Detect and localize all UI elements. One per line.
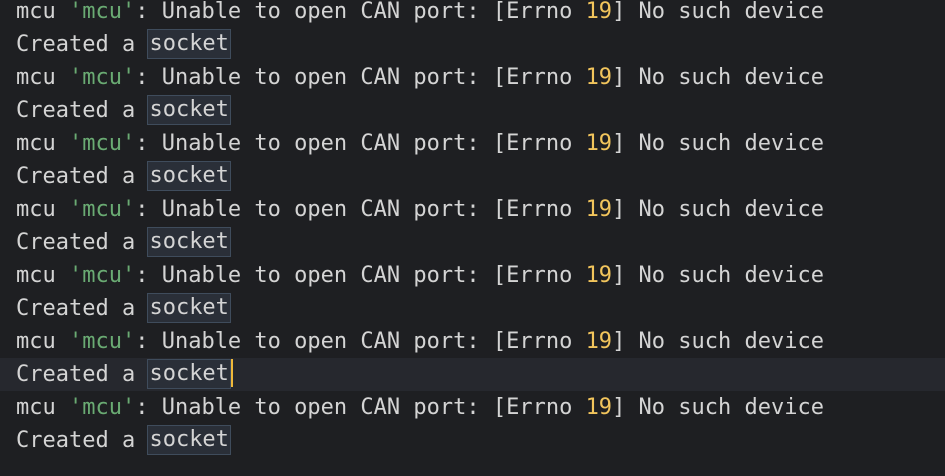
created-prefix: Created a	[16, 230, 149, 255]
error-message-a: : Unable to open CAN port: [Errno	[135, 263, 586, 288]
error-message-b: ] No such device	[612, 65, 824, 90]
module-string: 'mcu'	[68, 395, 136, 420]
errno-number: 19	[585, 395, 613, 420]
error-message-b: ] No such device	[612, 263, 824, 288]
error-message-a: : Unable to open CAN port: [Errno	[135, 395, 586, 420]
console-lines: Created a socket mcu 'mcu': Unable to op…	[0, 0, 945, 457]
error-prefix: mcu	[16, 329, 69, 354]
log-line-error: mcu 'mcu': Unable to open CAN port: [Err…	[0, 391, 945, 424]
created-prefix: Created a	[16, 296, 149, 321]
log-line-created: Created a socket	[0, 424, 945, 457]
log-line-created: Created a socket	[0, 94, 945, 127]
log-line-error: mcu 'mcu': Unable to open CAN port: [Err…	[0, 127, 945, 160]
errno-number: 19	[585, 263, 613, 288]
error-message-b: ] No such device	[612, 0, 824, 24]
search-highlight: socket	[147, 29, 231, 59]
log-line-error: mcu 'mcu': Unable to open CAN port: [Err…	[0, 259, 945, 292]
log-line-error: mcu 'mcu': Unable to open CAN port: [Err…	[0, 0, 945, 28]
log-line-created: Created a socket	[0, 160, 945, 193]
error-message-b: ] No such device	[612, 131, 824, 156]
module-string: 'mcu'	[68, 65, 136, 90]
error-prefix: mcu	[16, 0, 69, 24]
errno-number: 19	[585, 329, 613, 354]
module-string: 'mcu'	[68, 197, 136, 222]
errno-number: 19	[585, 0, 613, 24]
error-message-b: ] No such device	[612, 395, 824, 420]
errno-number: 19	[585, 131, 613, 156]
log-line-error: mcu 'mcu': Unable to open CAN port: [Err…	[0, 61, 945, 94]
error-prefix: mcu	[16, 263, 69, 288]
log-line-error: mcu 'mcu': Unable to open CAN port: [Err…	[0, 193, 945, 226]
created-prefix: Created a	[16, 32, 149, 57]
module-string: 'mcu'	[68, 263, 136, 288]
module-string: 'mcu'	[68, 0, 136, 24]
module-string: 'mcu'	[68, 329, 136, 354]
log-line-created-current[interactable]: Created a socket	[0, 358, 945, 391]
search-highlight: socket	[147, 95, 231, 125]
module-string: 'mcu'	[68, 131, 136, 156]
console-output[interactable]: Created a socket mcu 'mcu': Unable to op…	[0, 0, 945, 476]
created-prefix: Created a	[16, 98, 149, 123]
errno-number: 19	[585, 65, 613, 90]
search-highlight: socket	[147, 293, 231, 323]
error-message-a: : Unable to open CAN port: [Errno	[135, 329, 586, 354]
error-message-b: ] No such device	[612, 329, 824, 354]
error-message-a: : Unable to open CAN port: [Errno	[135, 131, 586, 156]
log-line-error: mcu 'mcu': Unable to open CAN port: [Err…	[0, 325, 945, 358]
created-prefix: Created a	[16, 428, 149, 453]
error-prefix: mcu	[16, 131, 69, 156]
error-message-a: : Unable to open CAN port: [Errno	[135, 0, 586, 24]
search-highlight: socket	[147, 161, 231, 191]
search-highlight: socket	[147, 425, 231, 455]
error-message-a: : Unable to open CAN port: [Errno	[135, 65, 586, 90]
search-highlight: socket	[147, 227, 231, 257]
log-line-created: Created a socket	[0, 292, 945, 325]
error-prefix: mcu	[16, 197, 69, 222]
error-message-a: : Unable to open CAN port: [Errno	[135, 197, 586, 222]
log-line-created: Created a socket	[0, 226, 945, 259]
search-highlight: socket	[147, 359, 231, 389]
created-prefix: Created a	[16, 164, 149, 189]
text-caret	[230, 359, 233, 387]
error-message-b: ] No such device	[612, 197, 824, 222]
created-prefix: Created a	[16, 362, 149, 387]
error-prefix: mcu	[16, 395, 69, 420]
errno-number: 19	[585, 197, 613, 222]
log-line-created: Created a socket	[0, 28, 945, 61]
error-prefix: mcu	[16, 65, 69, 90]
